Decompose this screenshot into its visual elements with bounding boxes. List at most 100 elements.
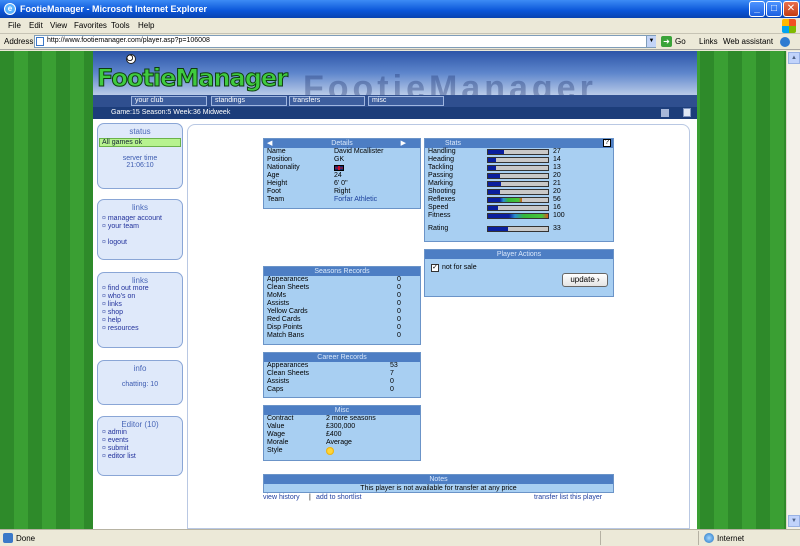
nav-transfers[interactable]: transfers [289, 96, 365, 106]
stat-bar-fill [488, 198, 522, 202]
stat-row: Tackling 13 [428, 164, 561, 171]
web-assistant-button[interactable]: Web assistant [723, 37, 773, 46]
site-banner: FootieManager FootieManager [93, 51, 697, 95]
address-dropdown[interactable]: ▼ [646, 36, 656, 47]
status-bar: Done Internet [0, 529, 800, 546]
next-player-icon[interactable]: ▶ [401, 139, 406, 148]
status-box: status All games ok server time 21:06:10 [97, 123, 183, 189]
window-title: FootieManager - Microsoft Internet Explo… [20, 4, 208, 14]
stat-bar-fill [488, 174, 500, 178]
menu-tools[interactable]: Tools [111, 21, 130, 30]
chatting-count[interactable]: chatting: 10 [98, 381, 182, 388]
go-button[interactable]: Go [675, 37, 686, 46]
record-row: MoMs 0 [267, 292, 401, 299]
game-info-text: Game:15 Season:5 Week:36 Midweek [111, 109, 231, 116]
player-team-link[interactable]: Forfar Athletic [334, 196, 377, 204]
not-for-sale-checkbox[interactable]: ✓ [431, 264, 439, 272]
info-title: info [133, 364, 147, 373]
web-assistant-icon[interactable] [780, 37, 790, 47]
record-row: Caps 0 [267, 386, 394, 393]
people-icon[interactable] [661, 109, 669, 117]
stat-bar [487, 181, 549, 187]
season-records-panel: Seasons Records Appearances 0 Clean Sheet… [263, 266, 421, 345]
link-manager-account[interactable]: manager account [98, 215, 182, 223]
stat-value: 27 [553, 148, 561, 155]
vertical-scrollbar[interactable]: ▲ ▼ [786, 51, 800, 529]
menu-favorites[interactable]: Favorites [74, 21, 107, 30]
link-logout[interactable]: logout [98, 239, 182, 247]
internet-zone-icon [704, 533, 714, 543]
stat-bar-fill [488, 150, 505, 154]
link-your-team[interactable]: your team [98, 223, 182, 231]
nav-standings[interactable]: standings [211, 96, 287, 106]
nav-your-club[interactable]: your club [131, 96, 207, 106]
stat-row-rating: Rating 33 [428, 225, 561, 232]
menu-view[interactable]: View [50, 21, 67, 30]
link-resources[interactable]: resources [98, 325, 182, 333]
links-button[interactable]: Links [699, 37, 718, 46]
close-button[interactable]: ✕ [783, 1, 799, 17]
link-admin[interactable]: admin [98, 429, 182, 437]
stats-title: Stats [445, 140, 461, 147]
player-height: 6' 0" [334, 180, 348, 187]
view-history-link[interactable]: view history [263, 494, 300, 501]
update-button[interactable]: update › [562, 273, 608, 287]
link-editor-list[interactable]: editor list [98, 453, 182, 461]
menu-edit[interactable]: Edit [29, 21, 43, 30]
stat-bar-fill [488, 190, 500, 194]
previous-player-icon[interactable]: ◀ [267, 139, 272, 148]
site-container: FootieManager FootieManager your club st… [93, 51, 697, 529]
links-box-account: links manager account your team logout [97, 199, 183, 260]
link-find-out-more[interactable]: find out more [98, 285, 182, 293]
detail-row: Nationality [264, 164, 420, 172]
menu-file[interactable]: File [8, 21, 21, 30]
record-row: Appearances 53 [267, 362, 398, 369]
nav-misc[interactable]: misc [368, 96, 444, 106]
address-label: Address [4, 37, 34, 46]
menu-bar: File Edit View Favorites Tools Help [0, 18, 800, 34]
site-logo[interactable]: FootieManager [96, 64, 288, 93]
link-links[interactable]: links [98, 301, 182, 309]
add-to-shortlist-link[interactable]: add to shortlist [316, 494, 362, 501]
career-records-title: Career Records [264, 353, 420, 362]
maximize-button[interactable]: □ [766, 1, 782, 17]
stat-bar-fill [488, 214, 548, 218]
scroll-up-arrow[interactable]: ▲ [788, 52, 800, 64]
season-records-title: Seasons Records [264, 267, 420, 276]
go-arrow-icon[interactable]: ➜ [661, 36, 672, 47]
status-text: Done [16, 534, 36, 543]
link-separator: | [309, 494, 311, 501]
page-icon [36, 37, 44, 46]
games-ok-badge: All games ok [99, 138, 181, 147]
help-icon[interactable]: ? [603, 139, 611, 147]
link-help[interactable]: help [98, 317, 182, 325]
record-row: Assists 0 [267, 378, 394, 385]
minimize-button[interactable]: _ [749, 1, 765, 17]
address-input[interactable]: http://www.footiemanager.com/player.asp?… [34, 35, 656, 48]
stat-bar [487, 205, 549, 211]
stat-row: Speed 16 [428, 204, 561, 211]
windows-logo-icon [782, 19, 796, 33]
uk-flag-icon [334, 165, 344, 171]
link-shop[interactable]: shop [98, 309, 182, 317]
notepad-icon[interactable] [683, 108, 691, 117]
stat-bar-fill [488, 166, 496, 170]
link-events[interactable]: events [98, 437, 182, 445]
menu-help[interactable]: Help [138, 21, 154, 30]
misc-row: Contract 2 more seasons [267, 415, 376, 422]
stat-bar [487, 157, 549, 163]
misc-panel: Misc Contract 2 more seasons Value £300,00… [263, 405, 421, 461]
link-submit[interactable]: submit [98, 445, 182, 453]
detail-row: Age 24 [267, 172, 342, 179]
page-done-icon [3, 533, 13, 543]
player-name: David Mcallister [334, 148, 384, 155]
record-row: Clean Sheets 0 [267, 284, 401, 291]
server-time-value: 21:06:10 [126, 162, 154, 169]
stat-bar [487, 149, 549, 155]
title-bar: e FootieManager - Microsoft Internet Exp… [0, 0, 800, 18]
link-whos-on[interactable]: who's on [98, 293, 182, 301]
detail-row: Name David Mcallister [267, 148, 384, 155]
scroll-down-arrow[interactable]: ▼ [788, 515, 800, 527]
transfer-list-link[interactable]: transfer list this player [534, 494, 602, 501]
football-icon [126, 54, 136, 64]
